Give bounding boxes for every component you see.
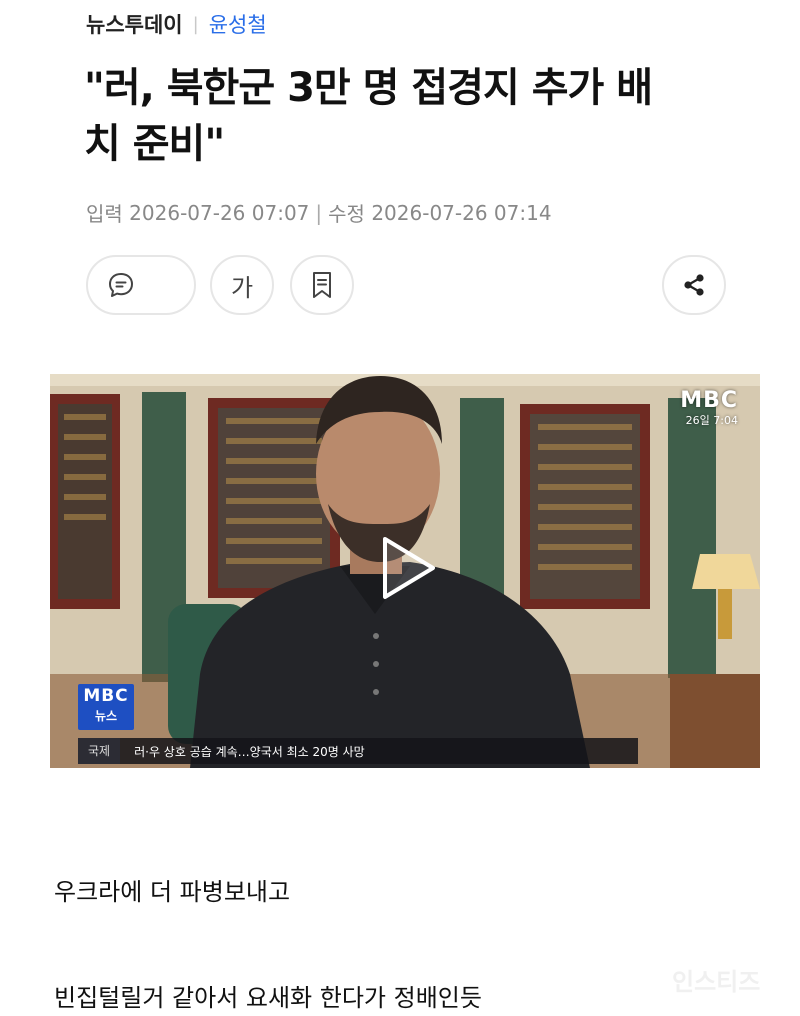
reporter-name[interactable]: 윤성철 — [209, 9, 267, 39]
article-toolbar: 가 — [0, 255, 800, 319]
title-line-2: 치 준비" — [84, 121, 225, 167]
video-player[interactable]: MBC 26일 7:04 MBC 뉴스 국제 러·우 상호 공습 계속…양국서 … — [50, 374, 760, 768]
corner-logo-text: MBC — [680, 388, 738, 413]
bookmark-button[interactable] — [290, 255, 354, 315]
font-size-button[interactable]: 가 — [210, 255, 274, 315]
corner-date-text: 26일 7:04 — [685, 414, 738, 427]
font-size-label: 가 — [230, 273, 254, 302]
meta-separator: | — [192, 13, 199, 35]
modified-time: 2026-07-26 07:14 — [371, 200, 552, 225]
article-title: "러, 북한군 3만 명 접경지 추가 배 치 준비" — [84, 60, 724, 172]
comment-button[interactable] — [86, 255, 196, 315]
bookmark-icon — [313, 272, 331, 298]
site-watermark: 인스티즈 — [672, 968, 761, 996]
news-source[interactable]: 뉴스투데이 — [86, 9, 183, 39]
news-program-logo: MBC 뉴스 — [78, 684, 134, 730]
body-paragraph-1: 우크라에 더 파병보내고 — [54, 878, 291, 906]
ticker-category: 국제 — [78, 738, 121, 764]
body-paragraph-2: 빈집털릴거 같아서 요새화 한다가 정배인듯 — [54, 984, 482, 1012]
news-logo-bottom: 뉴스 — [94, 709, 118, 723]
comment-icon — [109, 273, 133, 297]
input-time: 2026-07-26 07:07 — [129, 200, 310, 225]
share-button[interactable] — [662, 255, 726, 315]
article-meta-header: 뉴스투데이 | 윤성철 — [86, 8, 267, 40]
title-line-1: "러, 북한군 3만 명 접경지 추가 배 — [84, 65, 653, 111]
news-ticker: 국제 러·우 상호 공습 계속…양국서 최소 20명 사망 — [78, 738, 638, 764]
article-timestamps: 입력 2026-07-26 07:07 | 수정 2026-07-26 07:1… — [86, 198, 552, 227]
share-icon — [684, 274, 704, 296]
broadcaster-corner-logo: MBC 26일 7:04 — [680, 390, 738, 428]
modified-label: 수정 — [328, 202, 365, 226]
ticker-text: 러·우 상호 공습 계속…양국서 최소 20명 사망 — [134, 744, 365, 759]
play-icon[interactable] — [371, 533, 441, 603]
news-logo-top: MBC — [83, 686, 129, 706]
timestamp-separator: | — [315, 200, 323, 225]
input-label: 입력 — [86, 202, 123, 226]
